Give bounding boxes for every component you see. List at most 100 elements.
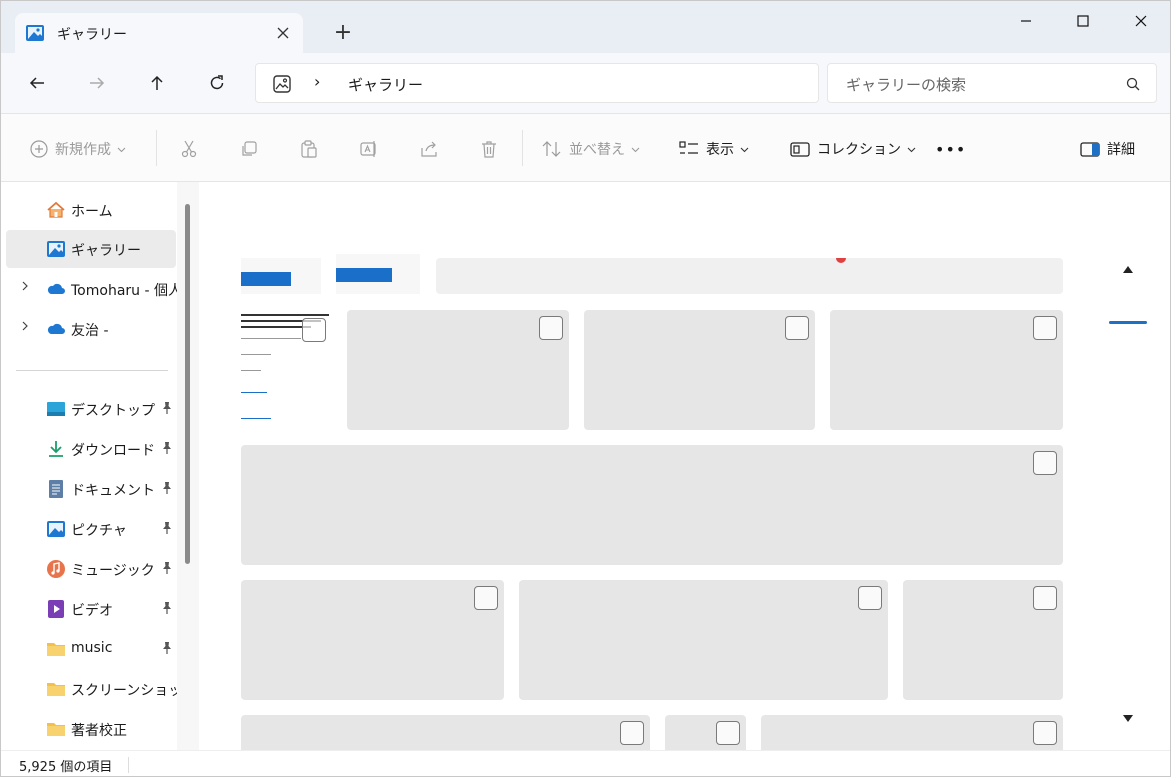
tab-gallery[interactable]: ギャラリー — [15, 13, 303, 53]
sidebar-item-proofs[interactable]: 著者校正 — [6, 710, 176, 748]
sidebar-item-videos[interactable]: ビデオ — [6, 590, 176, 628]
back-button[interactable] — [21, 67, 53, 99]
scroll-down-arrow-icon[interactable] — [1122, 714, 1134, 724]
sidebar-item-pictures[interactable]: ピクチャ — [6, 510, 176, 548]
select-checkbox[interactable] — [539, 316, 563, 340]
select-checkbox[interactable] — [785, 316, 809, 340]
copy-button[interactable] — [239, 136, 259, 162]
gallery-thumbnail[interactable] — [336, 254, 420, 294]
select-checkbox[interactable] — [620, 721, 644, 745]
folder-icon — [47, 643, 65, 656]
gallery-thumbnail[interactable] — [241, 445, 1063, 565]
arrow-left-icon — [29, 77, 44, 89]
sidebar-item-screenshots[interactable]: スクリーンショット — [6, 670, 196, 708]
select-checkbox[interactable] — [302, 318, 326, 342]
folder-icon — [47, 723, 65, 736]
share-button[interactable] — [419, 136, 439, 162]
pin-icon[interactable] — [160, 561, 174, 575]
more-options-button[interactable]: ••• — [935, 136, 966, 162]
select-checkbox[interactable] — [1033, 586, 1057, 610]
gallery-thumbnail-document[interactable] — [241, 310, 333, 430]
collection-button[interactable]: コレクション — [789, 136, 916, 162]
sidebar-item-music[interactable]: ミュージック — [6, 550, 176, 588]
sidebar-item-documents[interactable]: ドキュメント — [6, 470, 176, 508]
gallery-thumbnail[interactable] — [241, 715, 650, 750]
gallery-thumbnail[interactable] — [903, 580, 1063, 700]
gallery-thumbnail[interactable] — [519, 580, 888, 700]
chevron-right-icon[interactable] — [20, 320, 30, 332]
pin-icon[interactable] — [160, 401, 174, 415]
breadcrumb-item-gallery[interactable]: ギャラリー — [348, 74, 423, 95]
select-checkbox[interactable] — [858, 586, 882, 610]
delete-button[interactable] — [479, 136, 499, 162]
select-checkbox[interactable] — [1033, 451, 1057, 475]
title-bar: ギャラリー + — [1, 1, 1170, 53]
pin-icon[interactable] — [160, 641, 174, 655]
cut-button[interactable] — [179, 136, 199, 162]
item-count: 5,925 個の項目 — [19, 760, 113, 775]
minimize-button[interactable] — [1004, 7, 1048, 35]
sidebar-item-desktop[interactable]: デスクトップ — [6, 390, 176, 428]
details-pane-button[interactable]: 詳細 — [1079, 136, 1135, 162]
select-checkbox[interactable] — [1033, 316, 1057, 340]
scissors-icon — [181, 140, 197, 158]
up-button[interactable] — [141, 67, 173, 99]
gallery-icon — [273, 75, 291, 93]
gallery-thumbnail[interactable] — [241, 580, 504, 700]
new-tab-button[interactable]: + — [331, 21, 355, 45]
chevron-right-icon[interactable] — [20, 280, 30, 292]
sidebar-scrollbar[interactable] — [177, 182, 199, 750]
chevron-down-icon — [117, 147, 126, 152]
sort-button[interactable]: 並べ替え — [541, 136, 640, 162]
sidebar-item-gallery[interactable]: ギャラリー — [6, 230, 176, 268]
timeline-scroll-indicator[interactable] — [1109, 321, 1147, 324]
refresh-button[interactable] — [201, 67, 233, 99]
new-button[interactable]: 新規作成 — [29, 136, 126, 162]
onedrive-icon — [47, 283, 65, 294]
gallery-thumbnail[interactable] — [241, 258, 321, 294]
gallery-thumbnail[interactable] — [761, 715, 1063, 750]
sidebar-item-onedrive-business[interactable]: 友治 - — [6, 310, 176, 348]
maximize-button[interactable] — [1061, 7, 1105, 35]
trash-icon — [482, 141, 496, 158]
sidebar-scrollbar-thumb[interactable] — [185, 204, 190, 564]
pin-icon[interactable] — [160, 601, 174, 615]
gallery-thumbnail[interactable] — [584, 310, 815, 430]
tab-close-icon[interactable] — [271, 21, 295, 45]
sidebar-item-home[interactable]: ホーム — [6, 191, 176, 229]
gallery-thumbnail[interactable] — [665, 715, 746, 750]
sidebar-item-downloads[interactable]: ダウンロード — [6, 430, 176, 468]
pin-icon[interactable] — [160, 521, 174, 535]
select-checkbox[interactable] — [474, 586, 498, 610]
search-input[interactable]: ギャラリーの検索 — [846, 74, 966, 95]
onedrive-icon — [47, 323, 65, 334]
new-label: 新規作成 — [55, 142, 111, 158]
sidebar-item-label: ピクチャ — [71, 523, 127, 539]
close-button[interactable] — [1119, 7, 1163, 35]
navigation-pane: ホーム ギャラリー Tomoharu - 個人 友治 - デスクトップ ダウンロ… — [1, 182, 199, 750]
gallery-view[interactable] — [199, 182, 1170, 750]
address-bar[interactable]: › ギャラリー — [255, 63, 819, 103]
search-box[interactable]: ギャラリーの検索 — [827, 63, 1157, 103]
document-icon — [49, 480, 63, 498]
scroll-up-arrow-icon[interactable] — [1122, 264, 1134, 274]
command-bar: 新規作成 並べ替え 表示 コレクション ••• 詳細 — [1, 113, 1170, 182]
select-checkbox[interactable] — [716, 721, 740, 745]
sidebar-item-label: ドキュメント — [71, 483, 155, 499]
gallery-thumbnail[interactable] — [436, 258, 1063, 294]
sidebar-item-folder-music[interactable]: music — [6, 630, 176, 668]
gallery-thumbnail[interactable] — [830, 310, 1063, 430]
sidebar-item-label: music — [71, 640, 113, 656]
view-button[interactable]: 表示 — [678, 136, 749, 162]
pin-icon[interactable] — [160, 481, 174, 495]
arrow-right-icon — [90, 77, 105, 89]
sidebar-item-onedrive-personal[interactable]: Tomoharu - 個人 — [6, 270, 182, 308]
pin-icon[interactable] — [160, 441, 174, 455]
gallery-thumbnail[interactable] — [347, 310, 569, 430]
sort-label: 並べ替え — [569, 142, 625, 158]
select-checkbox[interactable] — [1033, 721, 1057, 745]
tab-title: ギャラリー — [57, 27, 127, 43]
forward-button[interactable] — [81, 67, 113, 99]
rename-button[interactable] — [359, 136, 379, 162]
paste-button[interactable] — [299, 136, 319, 162]
